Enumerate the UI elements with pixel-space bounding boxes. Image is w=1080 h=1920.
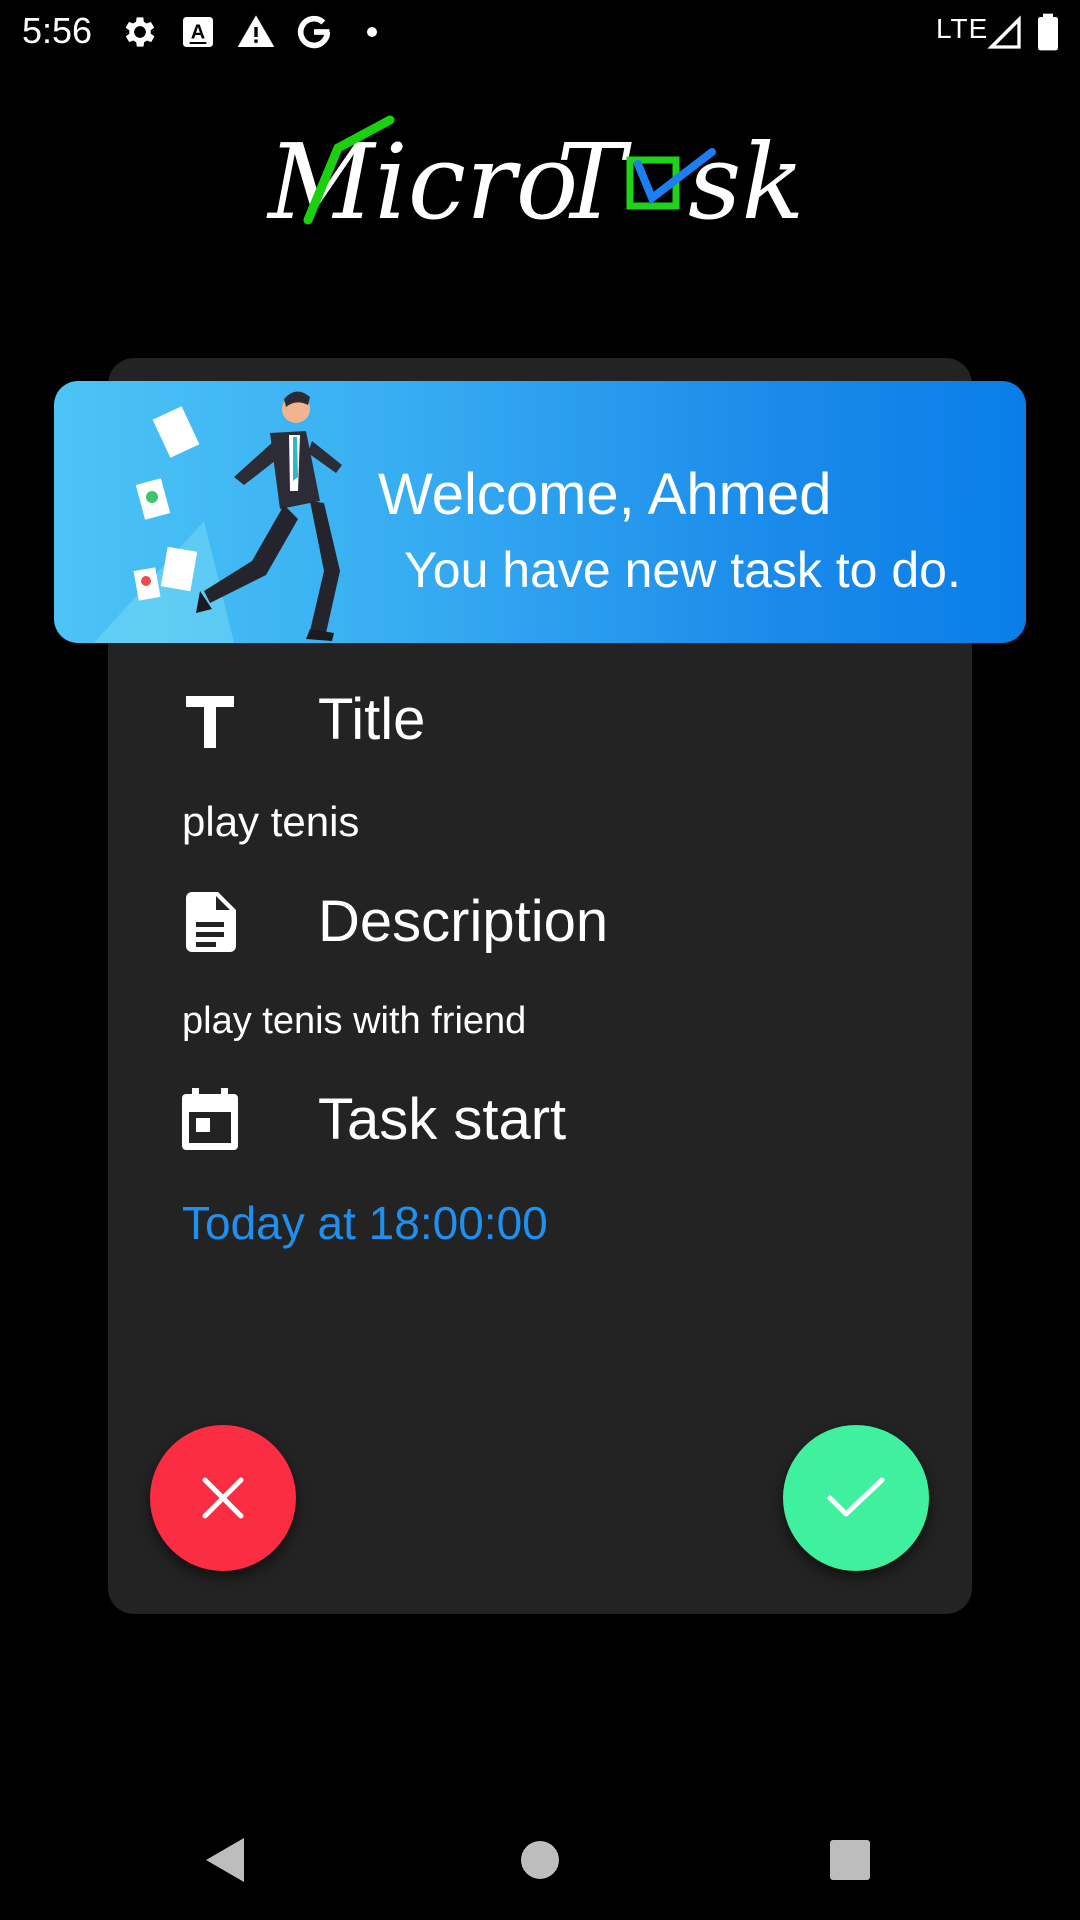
- svg-text:T: T: [556, 121, 632, 243]
- network-type: LTE: [936, 13, 989, 44]
- navigation-bar: [0, 1800, 1080, 1920]
- battery-icon: [1030, 12, 1066, 52]
- document-icon: [178, 890, 242, 954]
- signal-icon: [984, 12, 1024, 52]
- home-icon[interactable]: [510, 1830, 570, 1890]
- welcome-greeting: Welcome, Ahmed: [378, 462, 832, 527]
- welcome-banner: Welcome, Ahmed You have new task to do.: [54, 381, 1026, 643]
- svg-text:Micro: Micro: [266, 121, 578, 243]
- check-icon: [826, 1474, 886, 1522]
- status-time: 5:56: [22, 10, 93, 51]
- task-notification-screen: 5:56 A LTE Micro T sk Welcome, Ahmed You…: [0, 0, 1080, 1920]
- warning-icon: [236, 12, 276, 52]
- close-icon: [199, 1474, 247, 1522]
- text-recognition-icon: A: [178, 12, 218, 52]
- title-value: play tenis: [182, 798, 360, 845]
- accept-task-button[interactable]: [783, 1425, 929, 1571]
- recents-icon[interactable]: [820, 1830, 880, 1890]
- text-title-icon: [178, 688, 242, 752]
- svg-text:A: A: [191, 22, 205, 44]
- google-icon: [294, 12, 334, 52]
- welcome-subtitle: You have new task to do.: [404, 542, 961, 598]
- task-start-label: Task start: [318, 1087, 567, 1152]
- description-value: play tenis with friend: [182, 1000, 527, 1042]
- dot-icon: [352, 12, 392, 52]
- description-label: Description: [318, 889, 609, 954]
- back-icon[interactable]: [196, 1830, 256, 1890]
- settings-icon: [120, 12, 160, 52]
- title-label: Title: [318, 687, 426, 752]
- status-bar: 5:56 A LTE: [0, 0, 1080, 64]
- app-logo: Micro T sk: [260, 100, 820, 260]
- task-start-value: Today at 18:00:00: [182, 1197, 548, 1249]
- calendar-icon: [178, 1088, 242, 1152]
- svg-text:sk: sk: [688, 121, 804, 243]
- running-businessman-illustration: [84, 381, 364, 643]
- reject-task-button[interactable]: [150, 1425, 296, 1571]
